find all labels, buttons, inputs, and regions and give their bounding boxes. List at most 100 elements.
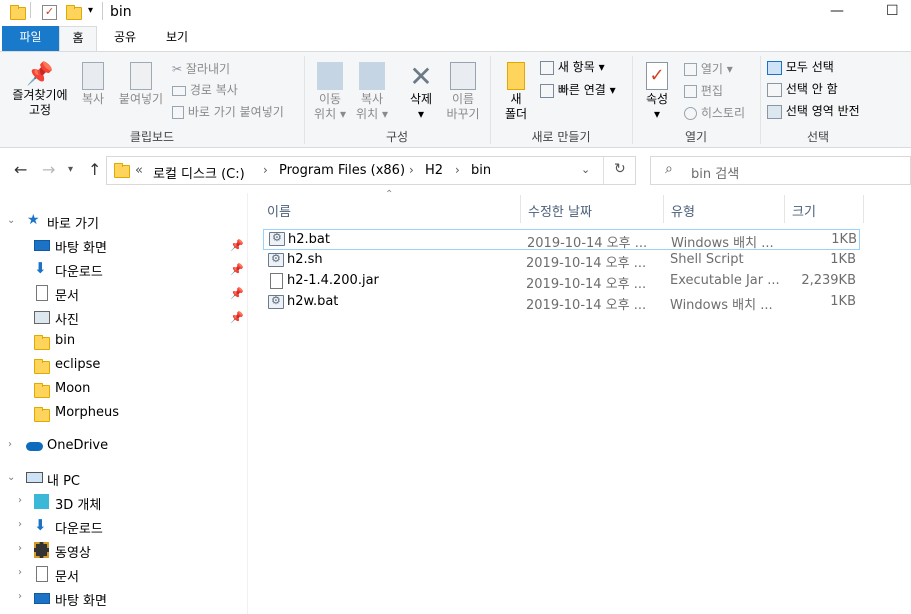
nav-this-pc[interactable]: ⌄ 내 PC [0,466,247,490]
nav-quick-bin[interactable]: bin [0,329,247,353]
title-bar: ✓ ▾ bin — ☐ [0,0,911,26]
open-button[interactable]: 열기 ▾ [684,60,733,77]
nav-quick-morpheus[interactable]: Morpheus [0,401,247,425]
address-dropdown-chevron-icon[interactable]: ⌄ [581,163,590,176]
search-box[interactable]: ⌕ bin 검색 [650,156,911,185]
new-item-button[interactable]: 새 항목 ▾ [540,58,605,75]
group-label-clipboard: 클립보드 [129,130,175,144]
column-divider[interactable] [863,195,864,223]
paste-button[interactable]: 붙여넣기 [114,62,168,107]
breadcrumb-program-files[interactable]: Program Files (x86) [279,163,405,178]
up-button[interactable]: ↑ [88,160,101,179]
rename-button[interactable]: 이름 바꾸기 [443,62,483,122]
file-row[interactable]: h2w.bat 2019-10-14 오후 ... Windows 배치 ...… [263,292,860,313]
nav-pc-3d-objects[interactable]: › 3D 개체 [0,490,247,514]
breadcrumb-chevron-icon[interactable]: › [409,163,414,177]
file-row[interactable]: h2-1.4.200.jar 2019-10-14 오후 ... Executa… [263,271,860,292]
nav-pc-desktop[interactable]: › 바탕 화면 [0,586,247,610]
nav-quick-documents[interactable]: 문서 📌 [0,281,247,305]
nav-quick-moon[interactable]: Moon [0,377,247,401]
nav-onedrive[interactable]: › OneDrive [0,434,247,458]
breadcrumb-overflow[interactable]: « [135,163,143,178]
nav-pc-downloads[interactable]: › ⬇ 다운로드 [0,514,247,538]
copy-to-button[interactable]: 복사 위치 ▾ [352,62,392,122]
chevron-down-icon[interactable]: ⌄ [7,472,15,483]
breadcrumb-h2[interactable]: H2 [425,163,443,178]
nav-quick-downloads[interactable]: ⬇ 다운로드 📌 [0,257,247,281]
sort-ascending-icon: ⌃ [385,189,394,200]
copy-to-icon [359,62,385,90]
group-label-select: 선택 [806,130,830,144]
column-header-date[interactable]: 수정한 날짜 [528,201,592,220]
nav-quick-eclipse[interactable]: eclipse [0,353,247,377]
forward-button[interactable]: → [42,160,55,179]
column-divider[interactable] [663,195,664,223]
breadcrumb-local-disk[interactable]: 로컬 디스크 (C:) [153,163,245,182]
nav-quick-access[interactable]: ⌄ ★ 바로 가기 [0,209,247,233]
new-folder-icon[interactable] [66,5,82,20]
edit-icon [684,85,697,98]
pin-icon[interactable]: 📌 [230,287,244,300]
chevron-right-icon[interactable]: › [18,495,22,506]
easy-access-button[interactable]: 빠른 연결 ▾ [540,81,616,98]
copy-button[interactable]: 복사 [76,62,110,107]
maximize-button[interactable]: ☐ [886,3,899,19]
chevron-down-icon[interactable]: ⌄ [7,215,15,226]
column-divider[interactable] [784,195,785,223]
address-bar[interactable]: « 로컬 디스크 (C:) › Program Files (x86) › H2… [106,156,636,185]
navigation-bar: ← → ▾ ↑ « 로컬 디스크 (C:) › Program Files (x… [0,148,911,193]
column-header-name[interactable]: 이름 [267,201,291,220]
pin-icon[interactable]: 📌 [230,239,244,252]
new-folder-icon [507,62,525,90]
copy-path-button[interactable]: 경로 복사 [172,81,238,98]
pin-to-quick-access-button[interactable]: 📌 즐겨찾기에 고정 [6,62,74,118]
new-folder-button[interactable]: 새 폴더 [498,62,534,122]
nav-pc-videos[interactable]: › 동영상 [0,538,247,562]
column-header-size[interactable]: 크기 [792,201,816,220]
breadcrumb-chevron-icon[interactable]: › [455,163,460,177]
tab-file[interactable]: 파일 [2,26,59,51]
chevron-right-icon[interactable]: › [18,567,22,578]
chevron-right-icon[interactable]: › [8,439,12,450]
file-name: h2.bat [288,232,330,247]
folder-icon [10,5,26,20]
back-button[interactable]: ← [14,160,27,179]
pin-icon[interactable]: 📌 [230,311,244,324]
column-divider[interactable] [520,195,521,223]
select-all-button[interactable]: 모두 선택 [767,58,834,75]
search-input[interactable]: bin 검색 [691,163,739,182]
file-type: Windows 배치 ... [671,236,774,251]
pin-icon[interactable]: 📌 [230,263,244,276]
recent-locations-chevron-icon[interactable]: ▾ [68,164,73,175]
delete-button[interactable]: ✕ 삭제 ▾ [403,62,439,122]
column-header-type[interactable]: 유형 [671,201,695,220]
properties-button[interactable]: ✓ 속성 ▾ [640,62,674,122]
file-row[interactable]: h2.bat 2019-10-14 오후 ... Windows 배치 ... … [263,229,860,251]
chevron-right-icon[interactable]: › [18,519,22,530]
customize-toolbar-icon[interactable]: ▾ [88,5,93,16]
edit-button[interactable]: 편집 [684,82,723,99]
file-size: 1KB [831,232,857,247]
paste-shortcut-button[interactable]: 바로 가기 붙여넣기 [172,103,284,120]
cut-button[interactable]: ✂ 잘라내기 [172,60,230,77]
move-to-button[interactable]: 이동 위치 ▾ [310,62,350,122]
refresh-icon[interactable]: ↻ [614,161,626,177]
minimize-button[interactable]: — [830,3,844,19]
chevron-right-icon[interactable]: › [18,591,22,602]
nav-pc-documents[interactable]: › 문서 [0,562,247,586]
invert-selection-button[interactable]: 선택 영역 반전 [767,102,860,119]
file-row[interactable]: h2.sh 2019-10-14 오후 ... Shell Script 1KB [263,250,860,271]
tab-share[interactable]: 공유 [105,26,145,51]
select-none-button[interactable]: 선택 안 함 [767,80,838,97]
history-button[interactable]: 히스토리 [684,104,745,121]
tab-view[interactable]: 보기 [157,26,197,51]
desktop-icon [34,240,50,251]
computer-icon [26,472,43,483]
nav-quick-desktop[interactable]: 바탕 화면 📌 [0,233,247,257]
breadcrumb-chevron-icon[interactable]: › [263,163,268,177]
breadcrumb-bin[interactable]: bin [471,163,491,178]
tab-home[interactable]: 홈 [59,26,97,52]
chevron-right-icon[interactable]: › [18,543,22,554]
properties-check-icon[interactable]: ✓ [42,5,57,20]
nav-quick-pictures[interactable]: 사진 📌 [0,305,247,329]
